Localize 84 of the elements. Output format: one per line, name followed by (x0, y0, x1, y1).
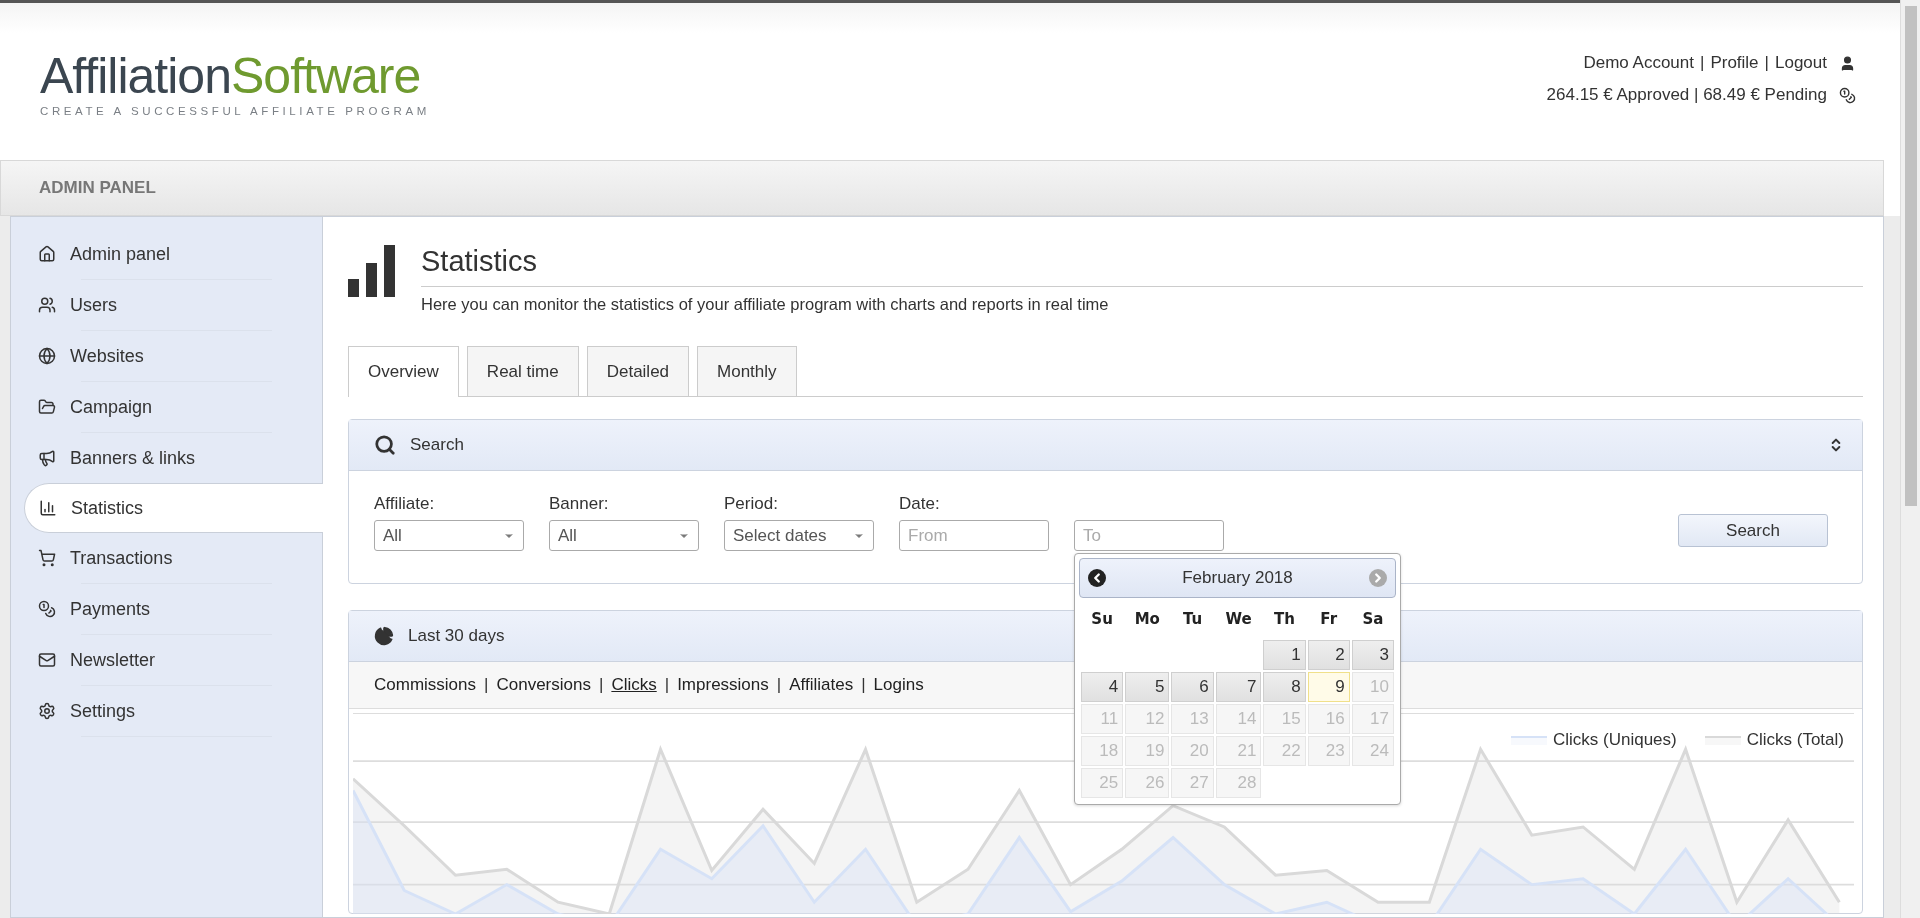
account-link[interactable]: Logout (1775, 53, 1827, 73)
page-subtitle: Here you can monitor the statistics of your affiliate program with charts and reports in real time (421, 295, 1110, 314)
stats-link[interactable]: Commissions (374, 675, 477, 695)
users-icon (38, 296, 56, 314)
separator-text: | (1764, 53, 1769, 73)
folder-icon (38, 398, 56, 416)
panel-title: ADMIN PANEL (39, 178, 156, 198)
field-label: Affiliate: (374, 494, 436, 514)
bar-chart-icon (39, 499, 57, 517)
stats-link[interactable]: Conversions (496, 675, 591, 695)
sidebar-item[interactable]: Statistics (24, 483, 323, 533)
account-link[interactable]: Demo Account (1583, 53, 1694, 73)
search-icon (374, 434, 396, 456)
stats-link[interactable]: Impressions (677, 675, 769, 695)
calendar-month: February 2018 (1182, 568, 1293, 588)
select-field[interactable]: Select dates (724, 520, 874, 551)
sidebar-item[interactable]: Transactions (38, 533, 322, 583)
calendar-day[interactable]: 2 (1307, 640, 1350, 670)
calendar-day[interactable]: 5 (1125, 672, 1170, 702)
sidebar-item[interactable]: Websites (38, 331, 322, 381)
select-field[interactable]: All (549, 520, 699, 551)
tab[interactable]: Detailed (586, 346, 690, 396)
stats-link[interactable]: Affiliates (789, 675, 854, 695)
page-title: Statistics (421, 245, 1863, 287)
megaphone-icon (38, 449, 56, 467)
sidebar-item[interactable]: Admin panel (38, 229, 322, 279)
field-label: Period: (724, 494, 779, 514)
globe-icon (38, 347, 56, 365)
weekday-label: Th (1273, 609, 1296, 630)
separator-text: | (1699, 53, 1705, 73)
user-icon (1839, 54, 1856, 72)
home-icon (38, 245, 56, 263)
logo-tagline: CREATE A SUCCESSFUL AFFILIATE PROGRAM (40, 105, 430, 117)
select-field[interactable]: All (374, 520, 524, 551)
sidebar-item[interactable]: Banners & links (38, 433, 322, 483)
separator-text: | (776, 675, 782, 695)
previous-button[interactable] (1088, 569, 1106, 587)
scrollbar[interactable] (1900, 0, 1920, 918)
weekday-label: We (1224, 609, 1253, 630)
legend-label: Clicks (Total) (1746, 730, 1844, 750)
calendar-day[interactable]: 8 (1263, 672, 1306, 702)
date-field[interactable]: From (899, 520, 1049, 551)
date-field[interactable]: To (1074, 520, 1224, 551)
mail-icon (38, 651, 56, 669)
balance-text: 264.15 € Approved | 68.49 € Pending (1546, 85, 1827, 105)
sidebar-item[interactable]: Newsletter (38, 635, 322, 685)
panel-heading: Last 30 days (408, 626, 506, 646)
calendar-day[interactable]: 7 (1215, 672, 1262, 702)
cart-icon (38, 549, 56, 567)
panel-heading: Search (410, 435, 465, 455)
tab[interactable]: Real time (466, 346, 579, 396)
calendar-day[interactable]: 1 (1263, 640, 1306, 670)
calendar-day[interactable]: 9 (1307, 672, 1350, 702)
calendar-day[interactable]: 6 (1171, 672, 1214, 702)
separator-text: | (484, 675, 489, 695)
calendar-day[interactable]: 3 (1351, 640, 1394, 670)
stats-link[interactable]: Clicks (611, 675, 657, 695)
search-button[interactable]: Search (1678, 514, 1828, 547)
tab[interactable]: Overview (348, 346, 459, 397)
field-label: Date: (899, 494, 941, 514)
sidebar-item[interactable]: Settings (38, 686, 322, 736)
sidebar-item[interactable]: Campaign (38, 382, 322, 432)
weekday-label: Mo (1133, 609, 1161, 630)
stats-link[interactable]: Logins (873, 675, 924, 695)
field-label: Banner: (549, 494, 610, 514)
weekday-label: Fr (1319, 609, 1339, 630)
pie-chart-icon (374, 626, 394, 646)
settings-icon (38, 702, 56, 720)
sidebar-item[interactable]: Users (38, 280, 322, 330)
account-link[interactable]: Profile (1710, 53, 1759, 73)
bar-chart-icon (348, 245, 396, 297)
coins-icon (1839, 86, 1856, 104)
logo-wordmark: AffiliationSoftware (40, 51, 422, 101)
weekday-label: Su (1090, 609, 1114, 630)
tab[interactable]: Monthly (697, 346, 797, 396)
sidebar-item[interactable]: Payments (38, 584, 322, 634)
coins-icon (38, 600, 56, 618)
calendar-day[interactable]: 4 (1081, 672, 1124, 702)
separator-text: | (598, 675, 604, 695)
separator-text: | (664, 675, 670, 695)
legend-label: Clicks (Uniques) (1552, 730, 1677, 750)
separator-text: | (861, 675, 866, 695)
weekday-label: Sa (1361, 609, 1385, 630)
weekday-label: Tu (1181, 609, 1204, 630)
